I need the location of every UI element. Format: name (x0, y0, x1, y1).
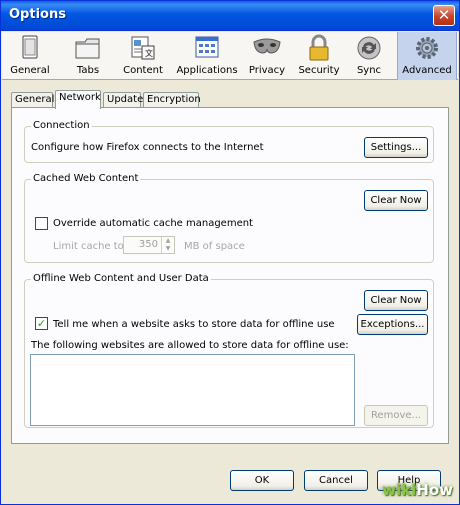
override-cache-checkbox[interactable] (35, 217, 48, 230)
toolbar-sync-label: Sync (356, 65, 382, 76)
cache-title: Cached Web Content (31, 173, 141, 185)
ok-button[interactable]: OK (230, 470, 294, 491)
toolbar-advanced-label: Advanced (402, 65, 452, 76)
tell-me-label: Tell me when a website asks to store dat… (53, 319, 335, 330)
cache-size-value: 350 (138, 239, 158, 250)
toolbar-general-label: General (10, 65, 50, 76)
tab-encryption[interactable]: Encryption (143, 92, 201, 108)
clear-cache-button[interactable]: Clear Now (364, 190, 428, 211)
cache-unit-label: MB of space (184, 241, 245, 252)
watermark-suffix: How (416, 481, 453, 499)
toolbar-advanced[interactable]: Advanced (397, 32, 457, 80)
sync-icon (357, 36, 381, 60)
offline-sites-list[interactable] (30, 354, 355, 426)
gear-icon (416, 37, 438, 59)
general-icon (22, 35, 38, 59)
override-cache-label: Override automatic cache management (53, 218, 253, 229)
tab-general[interactable]: General (11, 92, 54, 108)
exceptions-button[interactable]: Exceptions... (357, 314, 428, 335)
network-panel: Connection Configure how Firefox connect… (11, 107, 449, 444)
settings-button[interactable]: Settings... (364, 137, 428, 158)
offline-group: Offline Web Content and User Data Clear … (24, 273, 434, 428)
tab-network[interactable]: Network (55, 90, 101, 109)
limit-cache-label: Limit cache to (53, 241, 124, 252)
lock-icon (309, 34, 329, 61)
category-toolbar: General Tabs 文 Content Applications Priv… (2, 32, 458, 80)
toolbar-applications[interactable]: Applications (175, 32, 239, 80)
toolbar-tabs-label: Tabs (76, 65, 100, 76)
toolbar-privacy-label: Privacy (248, 65, 286, 76)
tab-update[interactable]: Update (103, 92, 143, 108)
connection-group: Connection Configure how Firefox connect… (24, 120, 434, 163)
toolbar-sync[interactable]: Sync (347, 32, 391, 80)
toolbar-content-label: Content (123, 65, 163, 76)
remove-button[interactable]: Remove... (364, 405, 428, 426)
options-window: Options ✕ General Tabs 文 Content Applica… (0, 0, 460, 505)
toolbar-security-label: Security (298, 65, 340, 76)
tell-me-checkbox[interactable]: ✓ (35, 317, 48, 330)
cancel-button[interactable]: Cancel (304, 470, 368, 491)
cache-size-stepper[interactable]: 350 ▲ ▼ (123, 236, 175, 254)
offline-title: Offline Web Content and User Data (31, 273, 211, 285)
toolbar-privacy[interactable]: Privacy (245, 32, 289, 80)
stepper-arrows-icon[interactable]: ▲ ▼ (161, 237, 174, 253)
applications-icon (195, 36, 219, 58)
clear-offline-button[interactable]: Clear Now (364, 290, 428, 311)
title-bar[interactable]: Options ✕ (1, 1, 459, 31)
close-button[interactable]: ✕ (433, 5, 455, 26)
privacy-mask-icon (253, 38, 281, 54)
watermark-prefix: wiki (382, 481, 417, 499)
toolbar-tabs[interactable]: Tabs (64, 32, 112, 80)
toolbar-applications-label: Applications (176, 65, 238, 76)
toolbar-content[interactable]: 文 Content (118, 32, 168, 80)
svg-text:文: 文 (145, 48, 153, 58)
cache-group: Cached Web Content Clear Now Override au… (24, 173, 434, 263)
toolbar-security[interactable]: Security (297, 32, 341, 80)
window-title: Options (9, 7, 66, 22)
allowed-sites-label: The following websites are allowed to st… (31, 340, 349, 351)
content-icon: 文 (131, 36, 155, 60)
connection-title: Connection (31, 120, 92, 132)
toolbar-general[interactable]: General (6, 32, 54, 80)
wikihow-watermark: wikiHow (382, 481, 453, 499)
tabs-icon (75, 38, 100, 59)
connection-description: Configure how Firefox connects to the In… (31, 142, 264, 153)
